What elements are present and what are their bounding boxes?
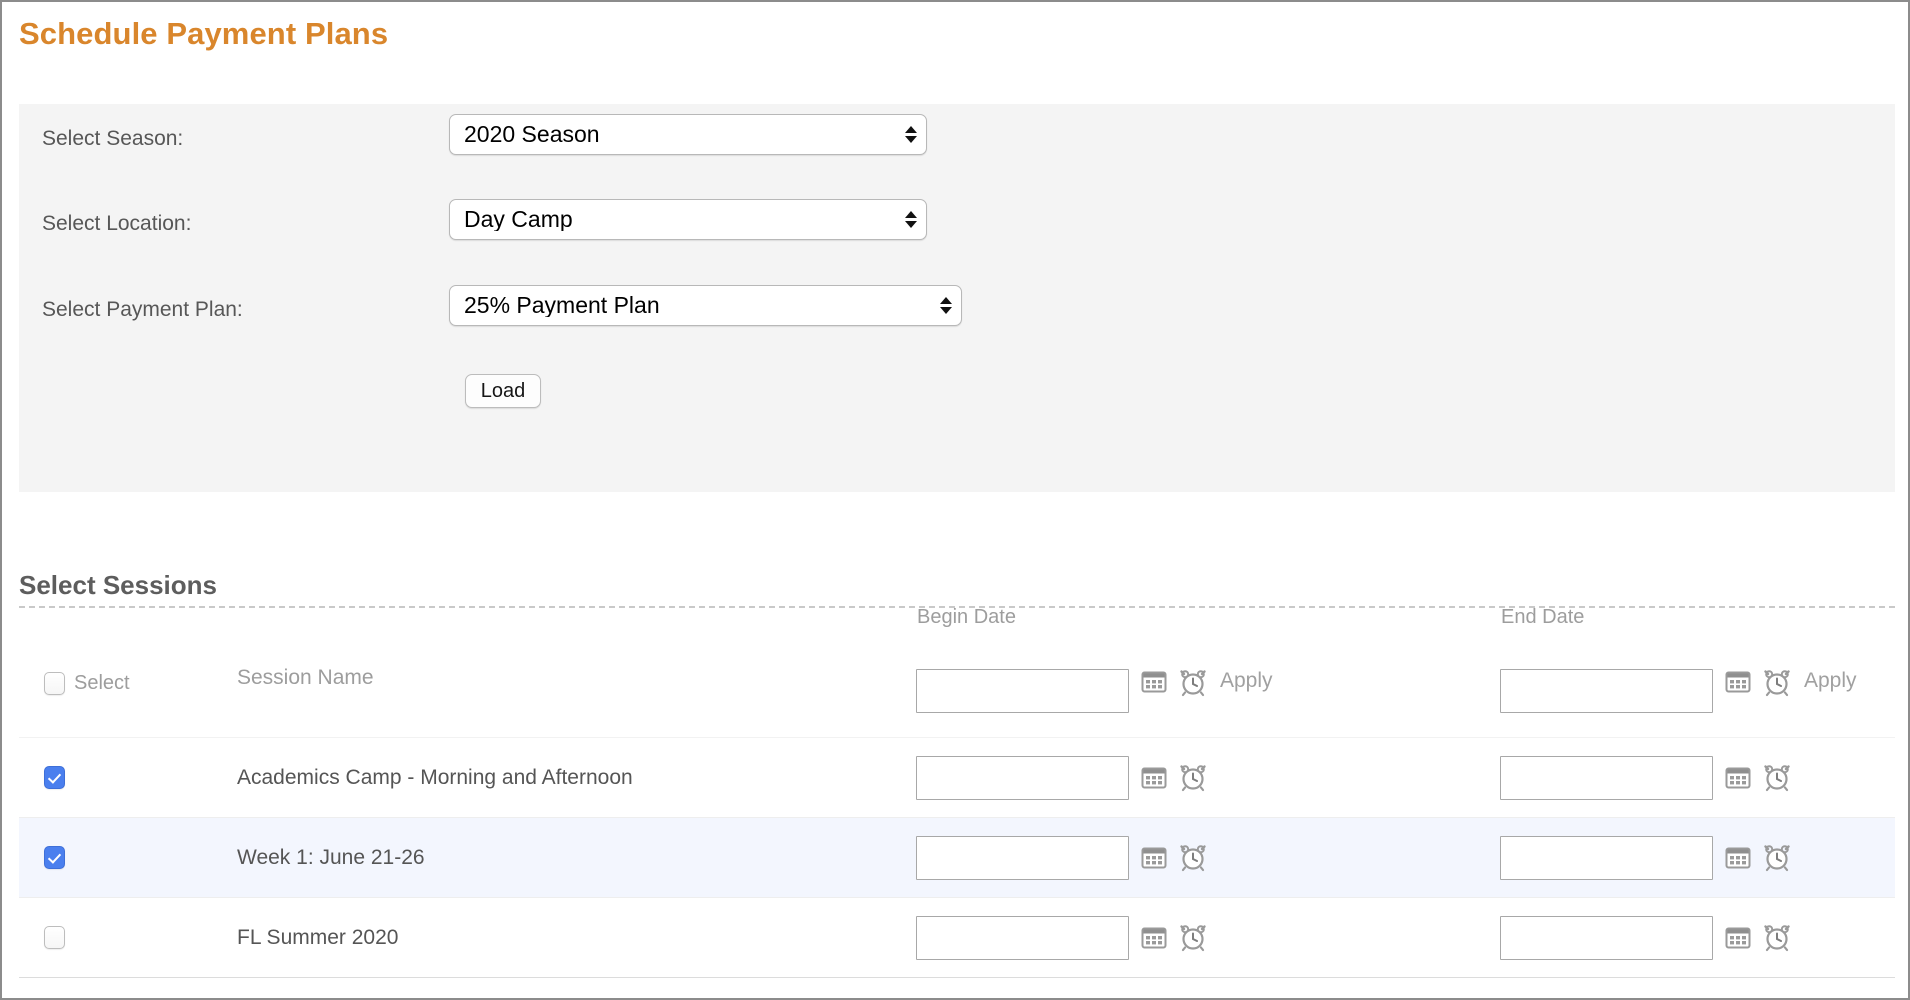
row-checkbox[interactable] <box>44 846 65 869</box>
filter-row-payment-plan: Select Payment Plan: 25% Payment Plan <box>19 285 1895 347</box>
location-select[interactable]: Day Camp <box>449 199 927 240</box>
row-checkbox[interactable] <box>44 766 65 789</box>
begin-date-apply-link[interactable]: Apply <box>1220 669 1273 693</box>
season-select[interactable]: 2020 Season <box>449 114 927 155</box>
clock-icon[interactable] <box>1763 844 1791 872</box>
clock-icon[interactable] <box>1763 764 1791 792</box>
sessions-table: Select Session Name Begin Date <box>19 638 1895 978</box>
end-date-apply-link[interactable]: Apply <box>1804 669 1857 693</box>
table-row[interactable]: FL Summer 2020 <box>19 898 1895 978</box>
row-begin-date-input[interactable] <box>916 836 1129 880</box>
filter-panel: Select Season: 2020 Season Select Locati… <box>19 104 1895 492</box>
row-end-date-cell <box>1500 738 1791 817</box>
session-name: FL Summer 2020 <box>237 898 398 977</box>
season-select-value: 2020 Season <box>450 123 896 146</box>
chevron-updown-icon <box>931 297 961 314</box>
row-end-date-input[interactable] <box>1500 836 1713 880</box>
clock-icon[interactable] <box>1179 669 1207 697</box>
row-end-date-input[interactable] <box>1500 916 1713 960</box>
chevron-updown-icon <box>896 126 926 143</box>
row-begin-date-cell <box>916 898 1207 977</box>
row-begin-date-input[interactable] <box>916 916 1129 960</box>
table-row[interactable]: Week 1: June 21-26 <box>19 818 1895 898</box>
calendar-icon[interactable] <box>1141 765 1167 791</box>
page-title: Schedule Payment Plans <box>19 16 388 52</box>
bulk-end-date-input[interactable] <box>1500 669 1713 713</box>
clock-icon[interactable] <box>1179 764 1207 792</box>
load-button[interactable]: Load <box>465 374 541 408</box>
filter-row-location: Select Location: Day Camp <box>19 199 1895 261</box>
select-season-label: Select Season: <box>42 127 183 151</box>
row-begin-date-input[interactable] <box>916 756 1129 800</box>
location-select-value: Day Camp <box>450 208 896 231</box>
session-name: Week 1: June 21-26 <box>237 818 425 897</box>
select-all-checkbox[interactable] <box>44 672 65 695</box>
calendar-icon[interactable] <box>1141 925 1167 951</box>
payment-plan-select[interactable]: 25% Payment Plan <box>449 285 962 326</box>
row-select-cell <box>44 818 65 897</box>
clock-icon[interactable] <box>1763 669 1791 697</box>
row-select-cell <box>44 898 65 977</box>
select-all-label: Select <box>74 672 130 695</box>
row-begin-date-cell <box>916 738 1207 817</box>
row-checkbox[interactable] <box>44 926 65 949</box>
row-end-date-cell <box>1500 898 1791 977</box>
payment-plan-select-value: 25% Payment Plan <box>450 294 931 317</box>
calendar-icon[interactable] <box>1141 669 1167 695</box>
clock-icon[interactable] <box>1179 844 1207 872</box>
row-end-date-input[interactable] <box>1500 756 1713 800</box>
sessions-table-header-row: Select Session Name Begin Date <box>19 638 1895 738</box>
session-name: Academics Camp - Morning and Afternoon <box>237 738 633 817</box>
calendar-icon[interactable] <box>1141 845 1167 871</box>
select-payment-plan-label: Select Payment Plan: <box>42 298 243 322</box>
clock-icon[interactable] <box>1179 924 1207 952</box>
calendar-icon[interactable] <box>1725 765 1751 791</box>
row-select-cell <box>44 738 65 817</box>
clock-icon[interactable] <box>1763 924 1791 952</box>
row-end-date-cell <box>1500 818 1791 897</box>
column-header-end-date: End Date <box>1501 606 1584 629</box>
bulk-begin-date-input[interactable] <box>916 669 1129 713</box>
schedule-payment-plans-page: Schedule Payment Plans Select Season: 20… <box>0 0 1910 1000</box>
calendar-icon[interactable] <box>1725 669 1751 695</box>
calendar-icon[interactable] <box>1725 845 1751 871</box>
chevron-updown-icon <box>896 211 926 228</box>
row-begin-date-cell <box>916 818 1207 897</box>
column-header-begin-date: Begin Date <box>917 606 1016 629</box>
select-sessions-heading: Select Sessions <box>19 570 217 601</box>
table-row[interactable]: Academics Camp - Morning and Afternoon <box>19 738 1895 818</box>
calendar-icon[interactable] <box>1725 925 1751 951</box>
select-location-label: Select Location: <box>42 212 191 236</box>
filter-row-season: Select Season: 2020 Season <box>19 114 1895 176</box>
